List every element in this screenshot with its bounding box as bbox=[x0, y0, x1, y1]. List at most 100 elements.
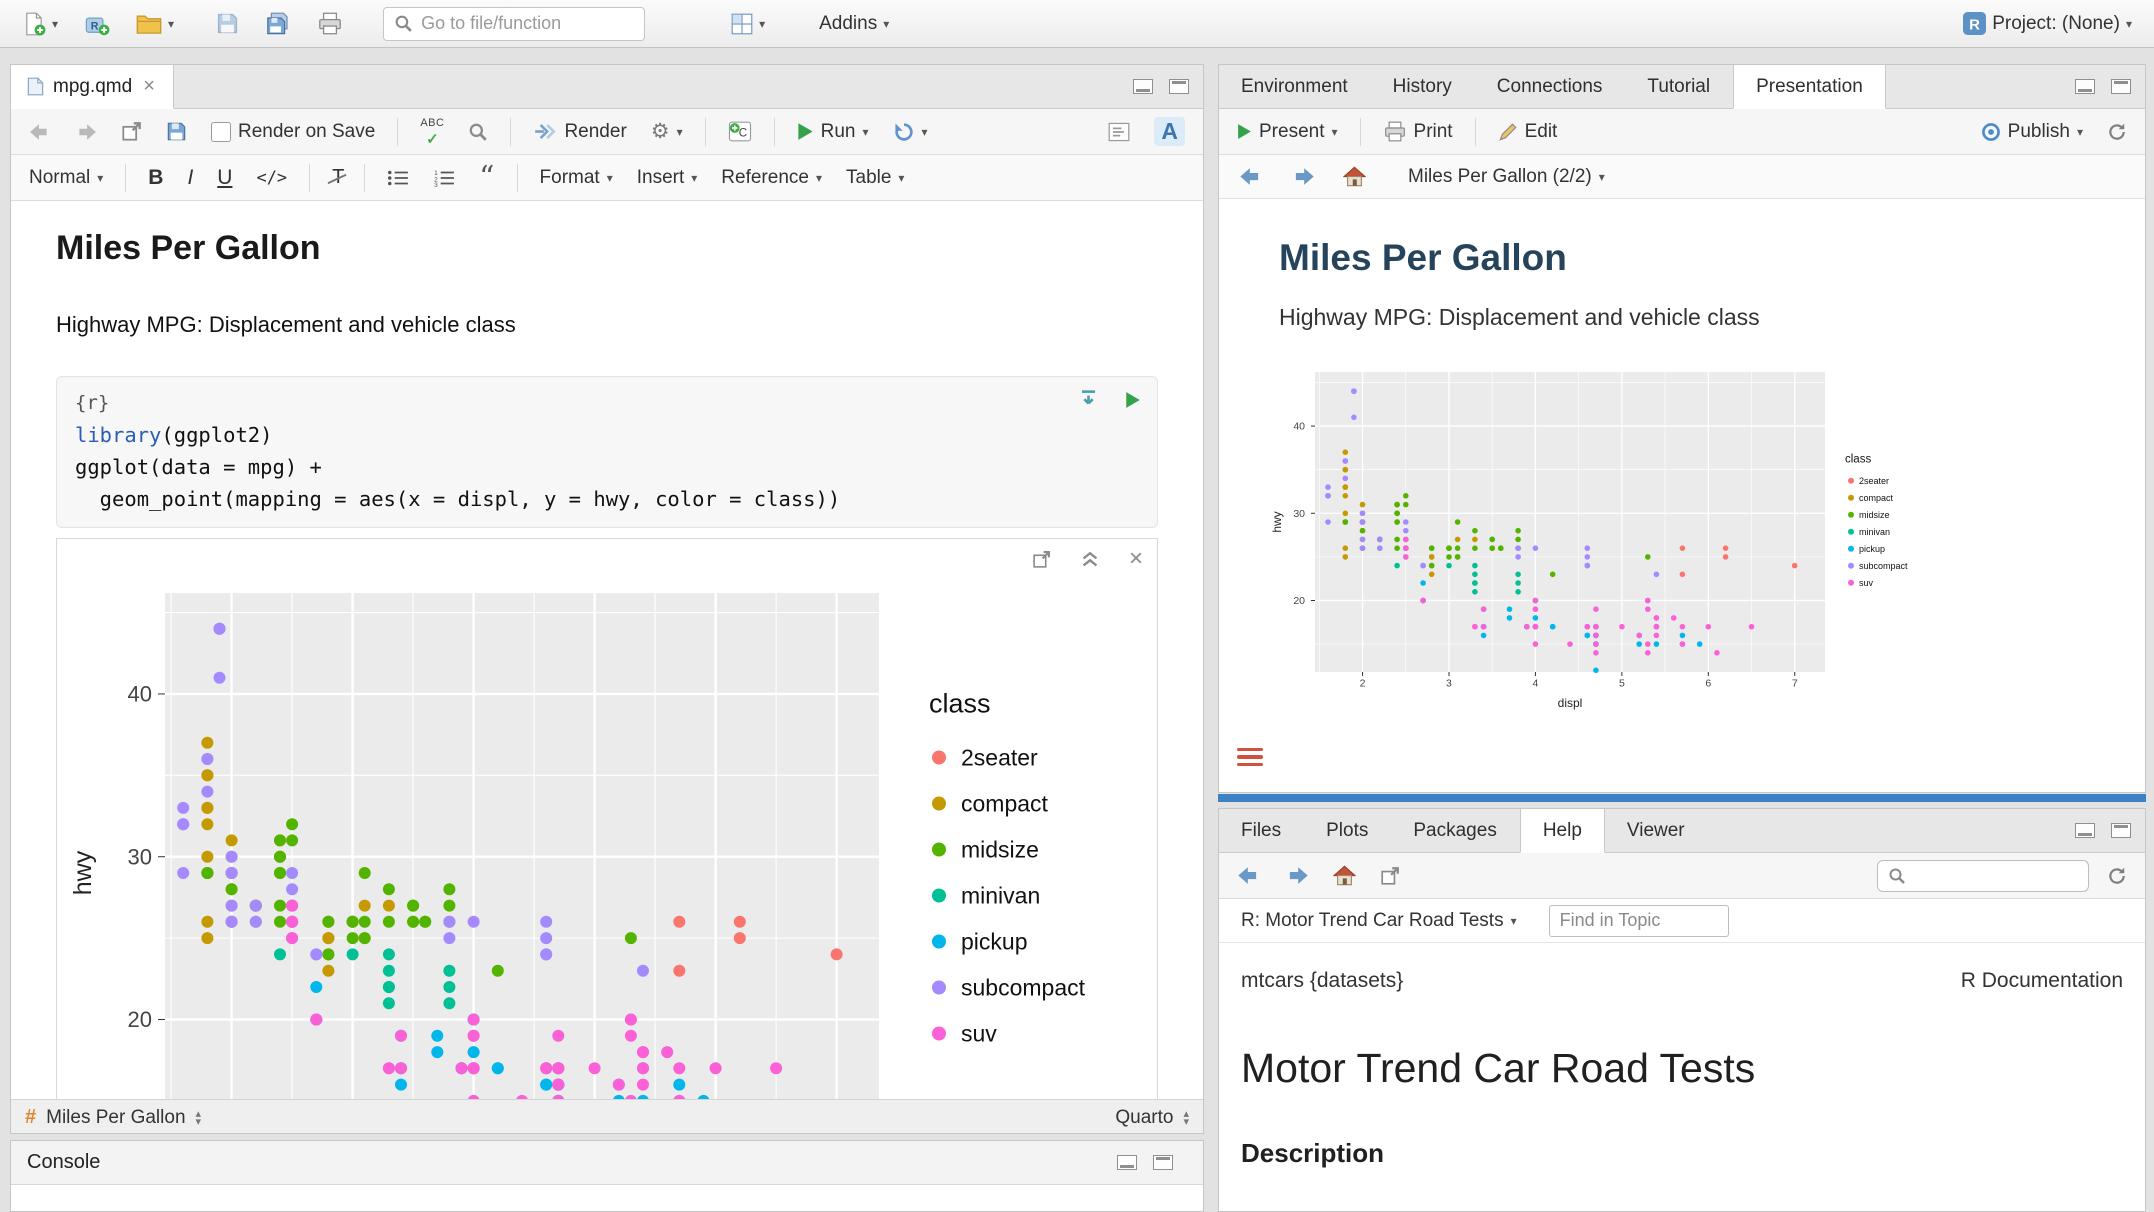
refresh-button[interactable] bbox=[2101, 862, 2133, 890]
find-in-topic-input[interactable] bbox=[1560, 910, 1718, 931]
goto-file-input[interactable] bbox=[421, 13, 634, 34]
new-project-button[interactable]: R bbox=[78, 8, 116, 40]
underline-button[interactable]: U bbox=[211, 162, 238, 194]
code-chunk[interactable]: {r} library(ggplot2)ggplot(data = mpg) +… bbox=[56, 376, 1158, 528]
back-button[interactable] bbox=[1231, 862, 1267, 889]
slide-selector[interactable]: Miles Per Gallon (2/2) ▾ bbox=[1402, 162, 1611, 192]
back-button[interactable] bbox=[1233, 163, 1269, 190]
home-icon[interactable] bbox=[1337, 162, 1372, 191]
render-on-save-checkbox[interactable]: Render on Save bbox=[205, 117, 381, 147]
pane-resize-divider[interactable] bbox=[1218, 794, 2146, 802]
console-title[interactable]: Console bbox=[27, 1151, 100, 1174]
reference-menu[interactable]: Reference▾ bbox=[715, 163, 828, 193]
chunk-code[interactable]: library(ggplot2)ggplot(data = mpg) + geo… bbox=[75, 419, 1139, 515]
tab-plots[interactable]: Plots bbox=[1304, 809, 1391, 852]
edit-presentation-button[interactable]: Edit bbox=[1492, 117, 1564, 147]
find-replace-button[interactable] bbox=[462, 118, 494, 146]
print-presentation-button[interactable]: Print bbox=[1377, 117, 1459, 147]
maximize-pane-icon[interactable] bbox=[1153, 1155, 1173, 1170]
code-line[interactable]: geom_point(mapping = aes(x = displ, y = … bbox=[75, 483, 1139, 515]
refresh-button[interactable] bbox=[2101, 118, 2133, 146]
run-chunk-icon[interactable] bbox=[1125, 391, 1141, 409]
forward-button[interactable] bbox=[69, 119, 103, 145]
code-format-button[interactable]: </> bbox=[250, 164, 293, 192]
status-section-label[interactable]: Miles Per Gallon bbox=[46, 1107, 185, 1129]
insert-chunk-button[interactable]: C bbox=[722, 117, 758, 146]
outline-toggle-button[interactable] bbox=[1102, 118, 1136, 146]
render-button[interactable]: Render bbox=[527, 117, 632, 147]
tab-help[interactable]: Help bbox=[1520, 809, 1605, 853]
goto-file-search[interactable] bbox=[383, 7, 645, 41]
doc-type-label[interactable]: Quarto bbox=[1115, 1107, 1173, 1129]
rerun-button[interactable]: ▾ bbox=[887, 117, 934, 147]
table-menu[interactable]: Table▾ bbox=[840, 163, 910, 193]
paragraph-style-select[interactable]: Normal▾ bbox=[23, 163, 109, 193]
spellcheck-button[interactable]: ABC✓ bbox=[414, 114, 450, 149]
tab-packages[interactable]: Packages bbox=[1391, 809, 1519, 852]
publish-button[interactable]: Publish ▾ bbox=[1975, 117, 2089, 147]
tab-tutorial[interactable]: Tutorial bbox=[1625, 65, 1733, 108]
bold-button[interactable]: B bbox=[142, 162, 169, 194]
pane-layout-button[interactable]: ▾ bbox=[725, 9, 771, 39]
tab-viewer[interactable]: Viewer bbox=[1605, 809, 1708, 852]
tab-mpg-qmd[interactable]: mpg.qmd × bbox=[11, 65, 174, 109]
numbered-list-button[interactable]: 123 bbox=[427, 165, 461, 191]
insert-menu[interactable]: Insert▾ bbox=[631, 163, 704, 193]
addins-menu[interactable]: Addins ▾ bbox=[813, 9, 895, 39]
output-popout-icon[interactable] bbox=[1032, 550, 1051, 569]
popout-icon[interactable] bbox=[1374, 862, 1406, 890]
italic-button[interactable]: I bbox=[181, 162, 199, 194]
bullet-list-button[interactable] bbox=[381, 165, 415, 191]
tab-files[interactable]: Files bbox=[1219, 809, 1304, 852]
open-folder-icon bbox=[136, 13, 162, 35]
minimize-pane-icon[interactable] bbox=[2075, 823, 2095, 838]
blockquote-button[interactable]: “ bbox=[473, 167, 500, 189]
tab-environment[interactable]: Environment bbox=[1219, 65, 1371, 108]
collapse-output-icon[interactable] bbox=[1081, 550, 1099, 568]
code-line[interactable]: ggplot(data = mpg) + bbox=[75, 451, 1139, 483]
editor-content[interactable]: Miles Per Gallon Highway MPG: Displaceme… bbox=[11, 201, 1203, 1099]
open-file-button[interactable]: ▾ bbox=[130, 9, 180, 39]
print-button[interactable] bbox=[311, 8, 349, 39]
home-icon[interactable] bbox=[1327, 861, 1362, 890]
maximize-pane-icon[interactable] bbox=[2111, 823, 2131, 838]
doc-type-selector-icon[interactable]: ▴▾ bbox=[1183, 1110, 1189, 1126]
help-search-input[interactable] bbox=[1914, 865, 2078, 886]
clear-formatting-button[interactable]: T bbox=[326, 162, 348, 193]
run-button[interactable]: Run ▾ bbox=[791, 117, 875, 147]
forward-button[interactable] bbox=[1279, 862, 1315, 889]
project-menu[interactable]: R Project: (None) ▾ bbox=[1957, 8, 2138, 39]
forward-button[interactable] bbox=[1285, 163, 1321, 190]
tab-presentation[interactable]: Presentation bbox=[1733, 65, 1886, 109]
help-search-box[interactable] bbox=[1877, 860, 2089, 892]
save-all-button[interactable] bbox=[259, 8, 297, 40]
topic-selector[interactable]: R: Motor Trend Car Road Tests ▾ bbox=[1235, 906, 1523, 936]
help-content[interactable]: mtcars {datasets} R Documentation Motor … bbox=[1219, 943, 2145, 1211]
code-line[interactable]: library(ggplot2) bbox=[75, 419, 1139, 451]
visual-editor-toggle[interactable]: A bbox=[1148, 113, 1191, 150]
slide-menu-icon[interactable] bbox=[1237, 748, 1263, 767]
run-chunks-above-icon[interactable] bbox=[1078, 389, 1099, 410]
clear-output-icon[interactable]: × bbox=[1129, 549, 1143, 569]
tab-history[interactable]: History bbox=[1371, 65, 1475, 108]
back-button[interactable] bbox=[23, 119, 57, 145]
render-icon bbox=[533, 123, 557, 140]
console-body[interactable] bbox=[11, 1185, 1203, 1211]
save-button[interactable] bbox=[160, 117, 193, 146]
minimize-pane-icon[interactable] bbox=[1133, 79, 1153, 94]
maximize-pane-icon[interactable] bbox=[2111, 79, 2131, 94]
find-in-topic-box[interactable] bbox=[1549, 905, 1729, 937]
save-button[interactable] bbox=[210, 8, 245, 39]
popout-icon[interactable] bbox=[115, 117, 148, 146]
presentation-slide[interactable]: Miles Per Gallon Highway MPG: Displaceme… bbox=[1219, 199, 2145, 792]
present-button[interactable]: Present ▾ bbox=[1231, 117, 1344, 147]
tab-connections[interactable]: Connections bbox=[1475, 65, 1626, 108]
render-settings-button[interactable]: ⚙▾ bbox=[645, 115, 689, 148]
minimize-pane-icon[interactable] bbox=[2075, 79, 2095, 94]
minimize-pane-icon[interactable] bbox=[1117, 1155, 1137, 1170]
maximize-pane-icon[interactable] bbox=[1169, 79, 1189, 94]
new-file-button[interactable]: ▾ bbox=[16, 8, 64, 40]
section-selector-icon[interactable]: ▴▾ bbox=[196, 1110, 202, 1126]
format-menu[interactable]: Format▾ bbox=[534, 163, 619, 193]
close-icon[interactable]: × bbox=[141, 75, 157, 98]
